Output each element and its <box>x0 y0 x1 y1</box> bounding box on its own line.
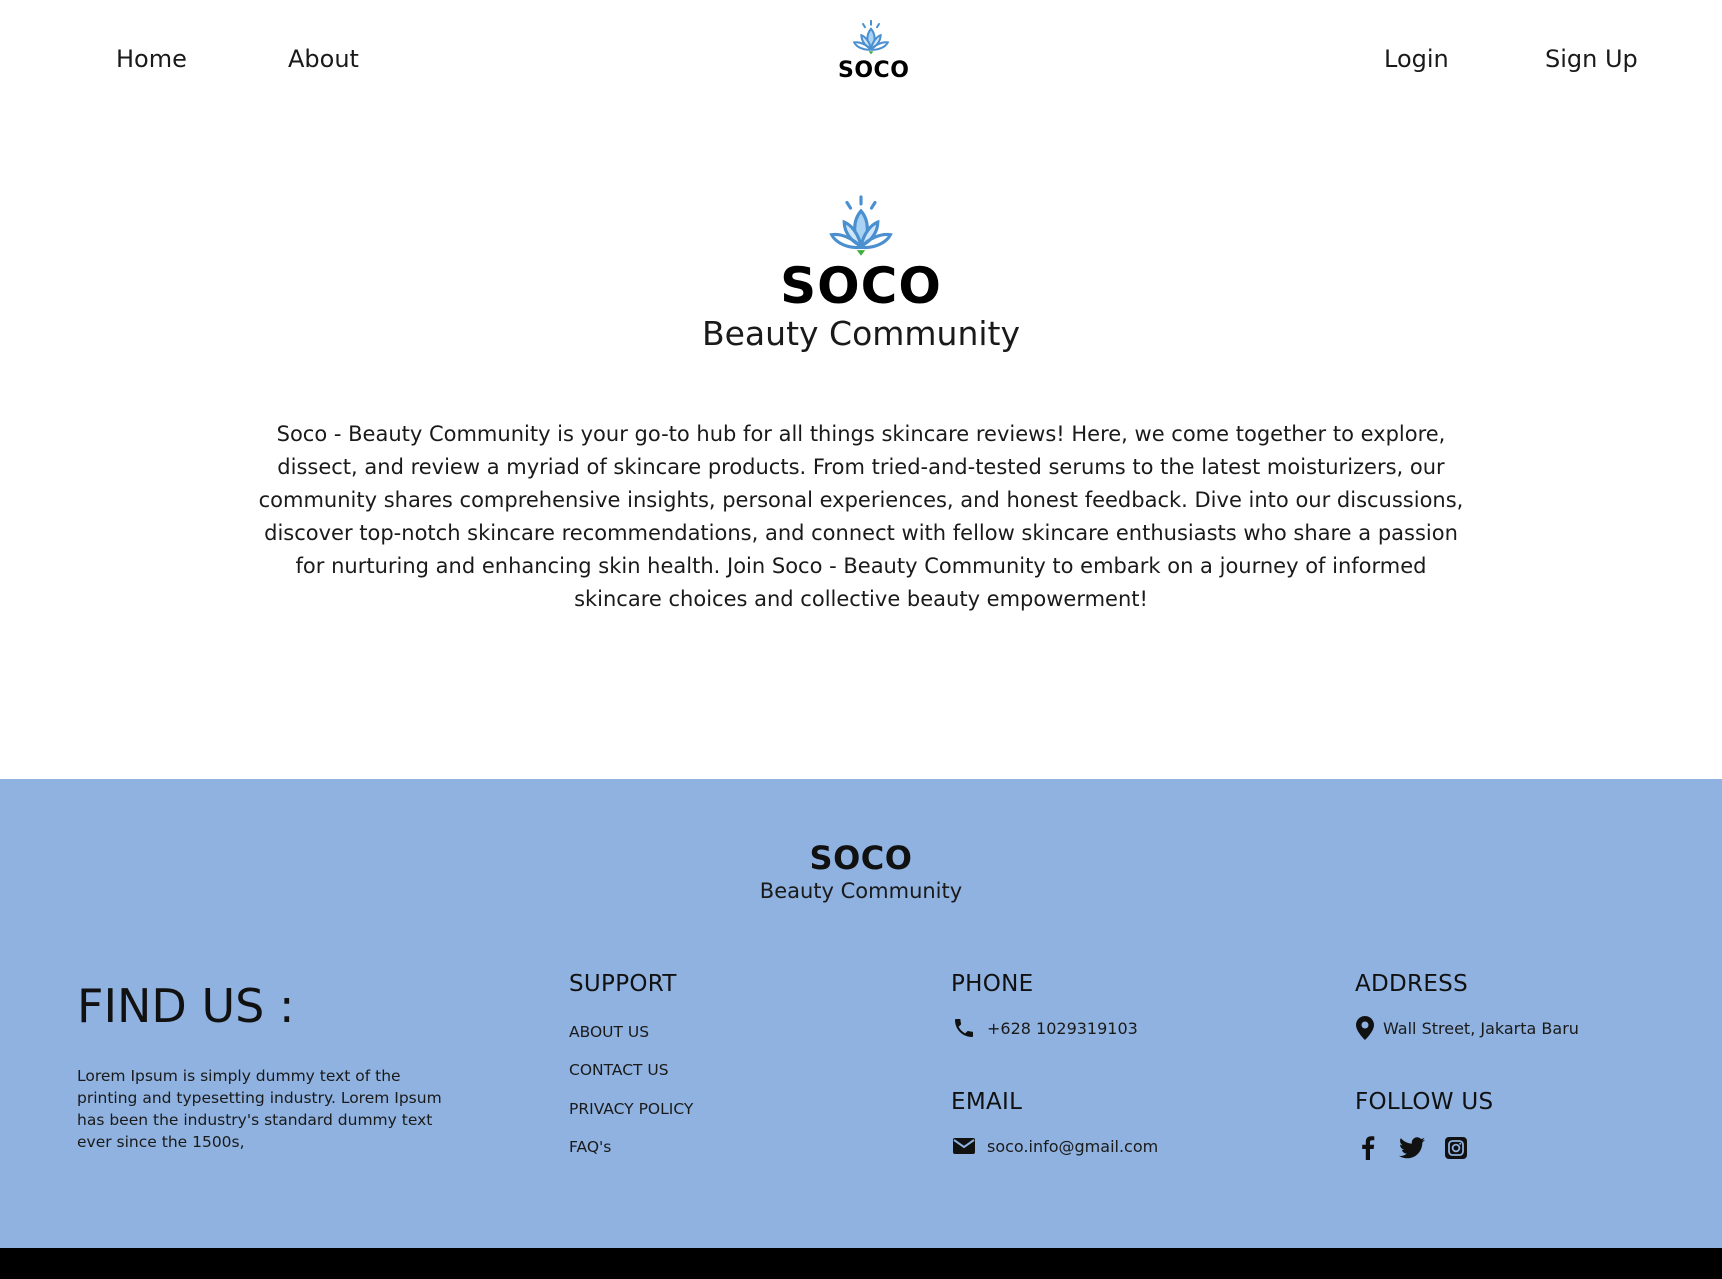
phone-heading: PHONE <box>951 971 1034 997</box>
top-navigation: Home About SOCO Login Sign Up <box>0 0 1722 120</box>
phone-icon <box>951 1015 977 1041</box>
support-heading: SUPPORT <box>569 971 677 997</box>
address-heading: ADDRESS <box>1355 971 1468 997</box>
social-links <box>1355 1135 1469 1161</box>
hero-title: SOCO <box>780 257 942 315</box>
footer-brand-subtitle: Beauty Community <box>759 879 963 903</box>
facebook-icon[interactable] <box>1355 1135 1381 1161</box>
lotus-icon <box>852 19 890 55</box>
nav-login-link[interactable]: Login <box>1384 45 1449 73</box>
bottom-bar <box>0 1248 1722 1279</box>
find-us-heading: FIND US : <box>77 979 295 1033</box>
follow-heading: FOLLOW US <box>1355 1089 1494 1115</box>
email-row[interactable]: soco.info@gmail.com <box>951 1133 1158 1159</box>
address-text: Wall Street, Jakarta Baru <box>1383 1018 1579 1038</box>
header-logo[interactable]: SOCO <box>838 19 910 83</box>
support-link-privacy-policy[interactable]: PRIVACY POLICY <box>569 1100 693 1118</box>
nav-signup-link[interactable]: Sign Up <box>1545 45 1638 73</box>
footer-brand: SOCO Beauty Community <box>0 839 1722 903</box>
nav-home-link[interactable]: Home <box>116 45 187 73</box>
phone-row[interactable]: +628 1029319103 <box>951 1015 1138 1041</box>
nav-about-link[interactable]: About <box>288 45 359 73</box>
intro-paragraph: Soco - Beauty Community is your go-to hu… <box>258 422 1464 611</box>
envelope-icon <box>951 1133 977 1159</box>
support-link-faqs[interactable]: FAQ's <box>569 1138 611 1156</box>
twitter-icon[interactable] <box>1399 1135 1425 1161</box>
header-logo-text: SOCO <box>838 58 910 83</box>
support-link-about-us[interactable]: ABOUT US <box>569 1023 649 1041</box>
email-heading: EMAIL <box>951 1089 1023 1115</box>
email-address: soco.info@gmail.com <box>987 1136 1159 1156</box>
phone-number: +628 1029319103 <box>987 1018 1138 1038</box>
instagram-icon[interactable] <box>1443 1135 1469 1161</box>
hero-subtitle: Beauty Community <box>701 314 1021 353</box>
find-us-description: Lorem Ipsum is simply dummy text of the … <box>77 1067 442 1151</box>
address-row: Wall Street, Jakarta Baru <box>1355 1015 1579 1041</box>
hero-section: SOCO Beauty Community <box>0 195 1722 355</box>
footer-brand-title: SOCO <box>809 839 913 877</box>
map-pin-icon <box>1355 1015 1375 1041</box>
support-link-contact-us[interactable]: CONTACT US <box>569 1061 669 1079</box>
footer: SOCO Beauty Community FIND US : Lorem Ip… <box>0 779 1722 1248</box>
lotus-icon <box>829 195 893 256</box>
